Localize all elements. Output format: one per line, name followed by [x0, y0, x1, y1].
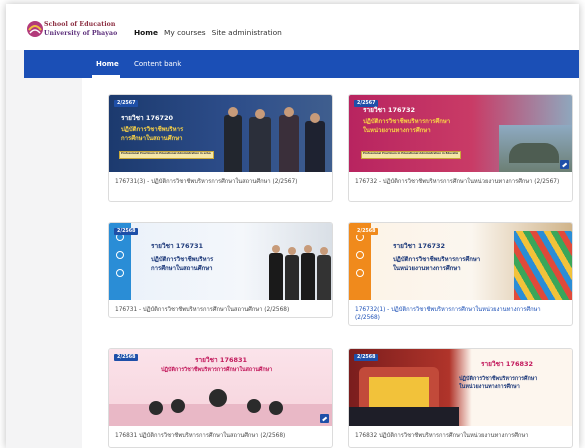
- term-badge: 2/2567: [114, 100, 139, 107]
- course-image: 2/2568 รายวิชา 176832 ปฏิบัติการวิชาชีพบ…: [349, 349, 572, 426]
- image-course-title: ปฏิบัติการวิชาชีพบริหารการศึกษา ในหน่วยง…: [393, 256, 481, 272]
- logo-text-university: University of Phayao: [44, 30, 118, 37]
- people-icon: [116, 269, 124, 277]
- course-name[interactable]: 176831 ปฏิบัติการวิชาชีพบริหารการศึกษาใน…: [109, 426, 332, 440]
- course-card[interactable]: 2/2567 รายวิชา 176732 ปฏิบัติการวิชาชีพบ…: [348, 94, 573, 202]
- course-card[interactable]: 2/2567 รายวิชา 176720 ปฏิบัติการวิชาชีพบ…: [108, 94, 333, 202]
- image-course-code: รายวิชา 176732: [393, 242, 446, 250]
- tab-content-bank[interactable]: Content bank: [134, 60, 181, 68]
- image-course-title: ปฏิบัติการวิชาชีพบริหาร การศึกษาในสถานศึ…: [151, 256, 214, 272]
- gear-icon: [116, 251, 124, 259]
- image-course-title: ปฏิบัติการวิชาชีพบริหาร การศึกษาในสถานศึ…: [121, 126, 184, 142]
- term-badge: 2/2568: [354, 228, 379, 235]
- left-drawer: [24, 78, 82, 448]
- image-course-title: ปฏิบัติการวิชาชีพบริหารการศึกษาในสถานศึก…: [161, 367, 273, 373]
- course-image: 2/2567 รายวิชา 176720 ปฏิบัติการวิชาชีพบ…: [109, 95, 332, 172]
- image-course-code: รายวิชา 176831: [195, 356, 248, 364]
- gear-icon: [356, 251, 364, 259]
- course-image: 2/2568 รายวิชา 176831 ปฏิบัติการวิชาชีพบ…: [109, 349, 332, 426]
- course-name[interactable]: 176731(3) - ปฏิบัติการวิชาชีพบริหารการศึ…: [109, 172, 332, 186]
- term-badge: 2/2568: [114, 354, 139, 361]
- university-emblem-icon: [27, 21, 43, 37]
- image-course-code: รายวิชา 176720: [121, 114, 174, 122]
- edit-icon[interactable]: [320, 414, 329, 423]
- image-course-code: รายวิชา 176832: [481, 360, 534, 368]
- nav-my-courses[interactable]: My courses: [164, 28, 206, 37]
- browser-frame: School of Education University of Phayao…: [6, 4, 579, 448]
- nav-site-administration[interactable]: Site administration: [212, 28, 282, 37]
- course-card[interactable]: 2/2568 รายวิชา 176731 ปฏิบัติการวิชาชีพบ…: [108, 222, 333, 318]
- course-card[interactable]: 2/2568 รายวิชา 176832 ปฏิบัติการวิชาชีพบ…: [348, 348, 573, 448]
- course-image: 2/2568 รายวิชา 176731 ปฏิบัติการวิชาชีพบ…: [109, 223, 332, 300]
- term-badge: 2/2568: [114, 228, 139, 235]
- site-logo[interactable]: School of Education University of Phayao: [26, 18, 118, 42]
- course-card[interactable]: 2/2568 รายวิชา 176732 ปฏิบัติการวิชาชีพบ…: [348, 222, 573, 326]
- people-icon: [356, 269, 364, 277]
- image-course-code: รายวิชา 176732: [363, 106, 416, 114]
- edit-icon[interactable]: [560, 160, 569, 169]
- course-name[interactable]: 176832 ปฏิบัติการวิชาชีพบริหารการศึกษาใน…: [349, 426, 572, 440]
- image-course-code: รายวิชา 176731: [151, 242, 204, 250]
- term-badge: 2/2568: [354, 354, 379, 361]
- top-navbar: School of Education University of Phayao…: [6, 4, 579, 50]
- course-name[interactable]: 176732 - ปฏิบัติการวิชาชีพบริหารการศึกษา…: [349, 172, 572, 186]
- logo-text-school: School of Education: [44, 21, 116, 28]
- course-image: 2/2568 รายวิชา 176732 ปฏิบัติการวิชาชีพบ…: [349, 223, 572, 300]
- course-image: 2/2567 รายวิชา 176732 ปฏิบัติการวิชาชีพบ…: [349, 95, 572, 172]
- course-card[interactable]: 2/2568 รายวิชา 176831 ปฏิบัติการวิชาชีพบ…: [108, 348, 333, 448]
- secondary-navigation: Home Content bank: [24, 50, 579, 78]
- course-name[interactable]: 176732(1) - ปฏิบัติการวิชาชีพบริหารการศึ…: [349, 300, 572, 322]
- tab-home[interactable]: Home: [96, 60, 119, 68]
- nav-home[interactable]: Home: [134, 28, 158, 37]
- primary-navigation: Home My courses Site administration: [134, 28, 282, 37]
- course-name[interactable]: 176731 - ปฏิบัติการวิชาชีพบริหารการศึกษา…: [109, 300, 332, 314]
- image-course-title: ปฏิบัติการวิชาชีพบริหารการศึกษา ในหน่วยง…: [459, 376, 538, 390]
- image-course-title: ปฏิบัติการวิชาชีพบริหารการศึกษา ในหน่วยง…: [363, 118, 451, 134]
